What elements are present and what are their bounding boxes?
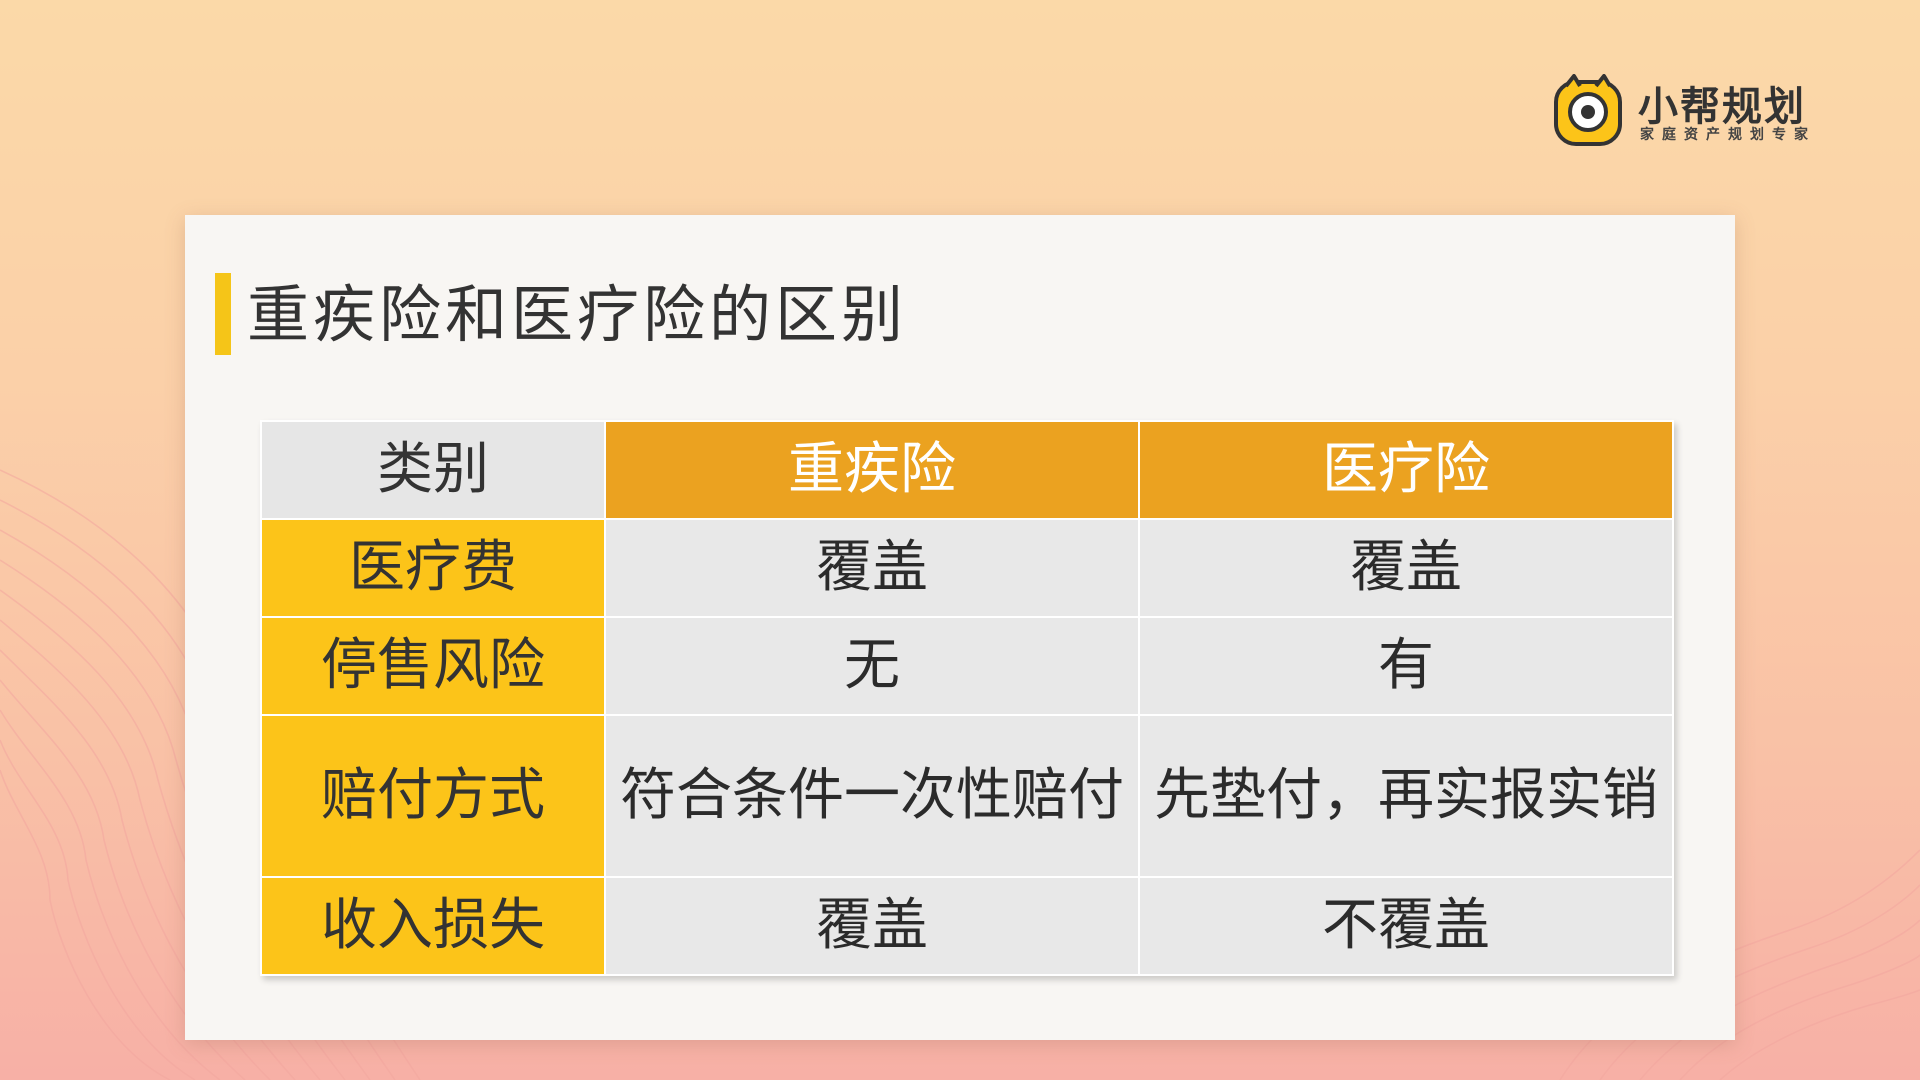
- table-cell: 覆盖: [604, 876, 1140, 976]
- table-cell: 无: [604, 616, 1140, 716]
- owl-logo-icon: [1554, 74, 1622, 146]
- table-row: 停售风险 无 有: [260, 616, 1674, 716]
- row-header-payout-method: 赔付方式: [260, 714, 606, 878]
- table-row: 医疗费 覆盖 覆盖: [260, 518, 1674, 618]
- column-header-critical-illness: 重疾险: [604, 420, 1140, 520]
- table-cell: 不覆盖: [1138, 876, 1674, 976]
- table-cell: 符合条件一次性赔付: [604, 714, 1140, 878]
- brand-logo: 小帮规划 家庭资产规划专家: [1552, 72, 1822, 152]
- row-header-medical-cost: 医疗费: [260, 518, 606, 618]
- slide-title: 重疾险和医疗险的区别: [247, 278, 908, 351]
- table-row: 收入损失 覆盖 不覆盖: [260, 876, 1674, 976]
- table-row: 赔付方式 符合条件一次性赔付 先垫付，再实报实销: [260, 714, 1674, 878]
- column-header-medical: 医疗险: [1138, 420, 1674, 520]
- row-header-income-loss: 收入损失: [260, 876, 606, 976]
- title-accent-bar: [215, 273, 231, 355]
- slide-card: 重疾险和医疗险的区别 类别 重疾险 医疗险 医疗费 覆盖 覆盖 停售风险 无 有…: [185, 215, 1735, 1040]
- table-cell: 先垫付，再实报实销: [1138, 714, 1674, 878]
- comparison-table: 类别 重疾险 医疗险 医疗费 覆盖 覆盖 停售风险 无 有 赔付方式 符合条件一…: [260, 420, 1674, 976]
- table-cell: 覆盖: [604, 518, 1140, 618]
- table-corner-cell: 类别: [260, 420, 606, 520]
- table-cell: 覆盖: [1138, 518, 1674, 618]
- brand-tagline: 家庭资产规划专家: [1640, 127, 1816, 143]
- table-header-row: 类别 重疾险 医疗险: [260, 420, 1674, 520]
- row-header-discontinuation-risk: 停售风险: [260, 616, 606, 716]
- table-cell: 有: [1138, 616, 1674, 716]
